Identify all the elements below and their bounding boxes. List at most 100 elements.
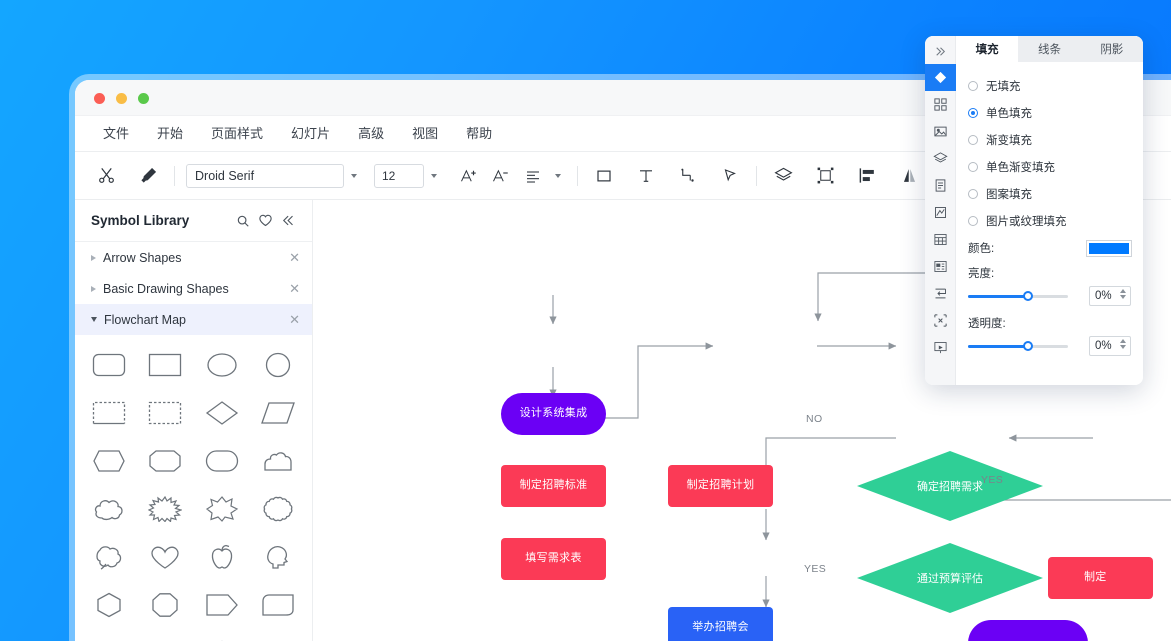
shape-hexagon-flat[interactable] <box>81 439 137 483</box>
brightness-stepper[interactable]: 0% <box>1089 286 1131 306</box>
slider-knob[interactable] <box>1023 291 1033 301</box>
stepper-arrows-icon[interactable] <box>1120 339 1126 349</box>
window-minimize-button[interactable] <box>116 93 127 104</box>
opacity-slider[interactable] <box>968 341 1068 351</box>
connector-icon[interactable] <box>673 161 703 191</box>
fill-option-pattern[interactable]: 图案填充 <box>968 180 1131 207</box>
tab-shadow[interactable]: 阴影 <box>1081 36 1143 62</box>
shape-octagon-flat[interactable] <box>137 439 193 483</box>
align-text-icon[interactable] <box>518 161 548 191</box>
flow-node-recruitment-plan[interactable]: 制定招聘计划 <box>668 465 773 507</box>
shape-scalloped-circle[interactable] <box>250 487 306 531</box>
align-icon[interactable] <box>852 161 882 191</box>
shape-slashed-circle[interactable] <box>250 631 306 641</box>
brightness-slider[interactable] <box>968 291 1068 301</box>
shape-blob-callout[interactable] <box>81 535 137 579</box>
fill-option-solid[interactable]: 单色填充 <box>968 99 1131 126</box>
shape-heart[interactable] <box>137 535 193 579</box>
library-category-flowchart-map[interactable]: Flowchart Map ✕ <box>75 304 312 335</box>
align-arrow-icon[interactable] <box>925 280 956 307</box>
shape-folded-corner[interactable] <box>250 583 306 627</box>
document-icon[interactable] <box>925 172 956 199</box>
shape-pentagon-arrow[interactable] <box>194 583 250 627</box>
search-icon[interactable] <box>232 210 254 232</box>
flow-node-recruitment-standard[interactable]: 制定招聘标准 <box>501 465 606 507</box>
menu-advanced[interactable]: 高级 <box>344 116 398 152</box>
fill-option-gradient[interactable]: 渐变填充 <box>968 126 1131 153</box>
close-icon[interactable]: ✕ <box>289 312 300 328</box>
presentation-icon[interactable] <box>925 334 956 361</box>
shape-apple[interactable] <box>194 535 250 579</box>
shape-cloud[interactable] <box>81 487 137 531</box>
opacity-stepper[interactable]: 0% <box>1089 336 1131 356</box>
shape-explosion-8[interactable] <box>194 487 250 531</box>
shape-circle[interactable] <box>250 343 306 387</box>
menu-page-style[interactable]: 页面样式 <box>197 116 277 152</box>
chart-area-icon[interactable] <box>925 199 956 226</box>
text-icon[interactable] <box>631 161 661 191</box>
grid-blocks-icon[interactable] <box>925 91 956 118</box>
menu-help[interactable]: 帮助 <box>452 116 506 152</box>
format-painter-icon[interactable] <box>133 161 163 191</box>
shape-explosion-24[interactable] <box>137 487 193 531</box>
flow-node-hold-job-fair[interactable]: 举办招聘会 <box>668 607 773 641</box>
window-maximize-button[interactable] <box>138 93 149 104</box>
shape-ellipse[interactable] <box>194 343 250 387</box>
shape-rectangle[interactable] <box>137 343 193 387</box>
tab-fill[interactable]: 填充 <box>956 36 1019 62</box>
shape-octagon[interactable] <box>137 583 193 627</box>
tab-line[interactable]: 线条 <box>1018 36 1080 62</box>
shape-cloud-small[interactable] <box>81 631 137 641</box>
window-close-button[interactable] <box>94 93 105 104</box>
shape-dashed-rectangle[interactable] <box>137 391 193 435</box>
scatter-nodes-icon[interactable] <box>925 307 956 334</box>
font-size-input[interactable]: 12 <box>374 163 424 188</box>
shape-dashed-open-rectangle[interactable] <box>81 391 137 435</box>
decrease-font-size-icon[interactable] <box>486 161 516 191</box>
shape-parallelogram[interactable] <box>250 391 306 435</box>
favorite-icon[interactable] <box>254 210 276 232</box>
font-family-input[interactable]: Droid Serif <box>186 163 344 188</box>
close-icon[interactable]: ✕ <box>289 250 300 266</box>
flow-node-confirm-recruitment-need[interactable]: 确定招聘需求 <box>856 450 1044 522</box>
menu-view[interactable]: 视图 <box>398 116 452 152</box>
color-swatch[interactable] <box>1086 239 1132 257</box>
shape-pentagon-wide[interactable] <box>137 631 193 641</box>
shape-rounded-rectangle[interactable] <box>81 343 137 387</box>
shape-star-5[interactable] <box>194 631 250 641</box>
shape-stadium[interactable] <box>194 439 250 483</box>
menu-file[interactable]: 文件 <box>89 116 143 152</box>
library-category-arrow-shapes[interactable]: Arrow Shapes ✕ <box>75 242 312 273</box>
image-icon[interactable] <box>925 118 956 145</box>
table-icon[interactable] <box>925 226 956 253</box>
slider-knob[interactable] <box>1023 341 1033 351</box>
stepper-arrows-icon[interactable] <box>1120 289 1126 299</box>
menu-home[interactable]: 开始 <box>143 116 197 152</box>
collapse-icon[interactable] <box>276 210 298 232</box>
font-family-dropdown-icon[interactable] <box>346 164 362 188</box>
chevron-right-double-icon[interactable] <box>925 38 956 64</box>
group-icon[interactable] <box>810 161 840 191</box>
flow-node-pass-budget-review[interactable]: 通过预算评估 <box>856 542 1044 614</box>
flow-node-purple-partial[interactable] <box>968 620 1088 641</box>
flow-node-fill-requirement-form[interactable]: 填写需求表 <box>501 538 606 580</box>
fill-option-picture-texture[interactable]: 图片或纹理填充 <box>968 207 1131 234</box>
cursor-icon[interactable] <box>715 161 745 191</box>
library-category-basic-drawing-shapes[interactable]: Basic Drawing Shapes ✕ <box>75 273 312 304</box>
rectangle-icon[interactable] <box>589 161 619 191</box>
font-size-dropdown-icon[interactable] <box>426 164 442 188</box>
fill-bucket-icon[interactable] <box>925 64 956 91</box>
flow-node-design-system-integration[interactable]: 设计系统集成 <box>501 393 606 435</box>
shape-cloud-callout[interactable] <box>250 439 306 483</box>
fill-option-none[interactable]: 无填充 <box>968 72 1131 99</box>
flip-icon[interactable] <box>894 161 924 191</box>
shape-head-profile[interactable] <box>250 535 306 579</box>
layers-icon[interactable] <box>925 145 956 172</box>
shape-hexagon[interactable] <box>81 583 137 627</box>
scissors-icon[interactable] <box>91 161 121 191</box>
building-icon[interactable] <box>925 253 956 280</box>
menu-slide[interactable]: 幻灯片 <box>277 116 344 152</box>
flow-node-draft[interactable]: 制定 <box>1048 557 1153 599</box>
shape-diamond[interactable] <box>194 391 250 435</box>
align-text-dropdown-icon[interactable] <box>550 164 566 188</box>
